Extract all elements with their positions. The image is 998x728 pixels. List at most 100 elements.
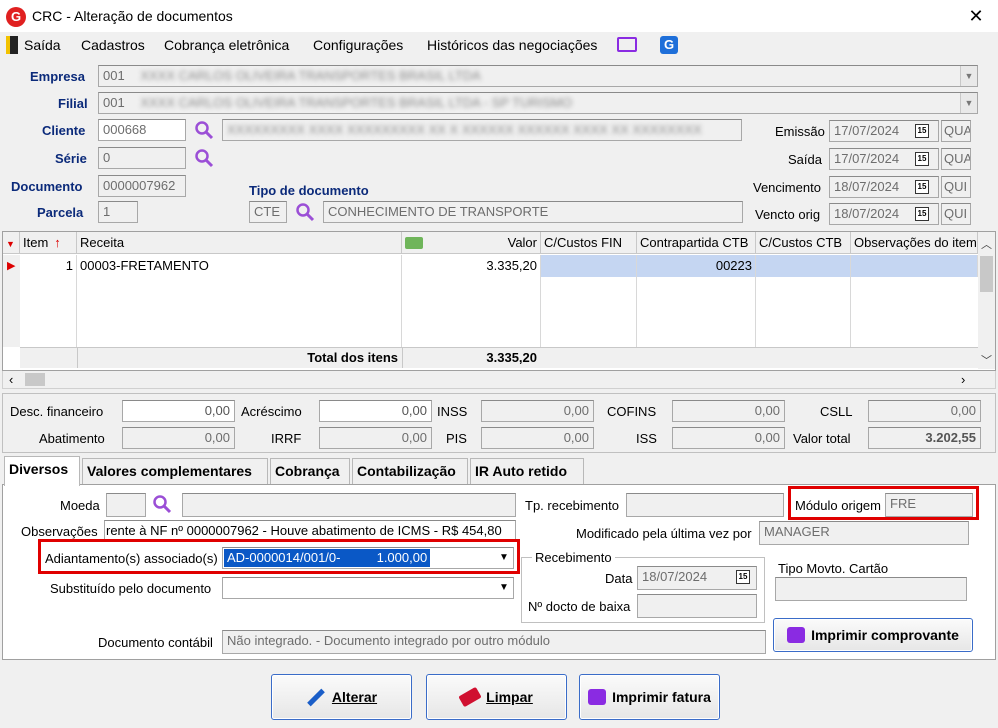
cell-observacoes[interactable]	[851, 255, 978, 277]
saida-label: Saída	[788, 152, 822, 167]
cell-valor[interactable]: 3.335,20	[402, 255, 541, 277]
modificado-field: MANAGER	[759, 521, 969, 545]
alterar-button[interactable]: Alterar	[271, 674, 412, 720]
scroll-thumb[interactable]	[980, 256, 993, 292]
imprimir-fatura-label: Imprimir fatura	[612, 689, 711, 705]
filial-code: 001	[103, 95, 125, 110]
row-pointer-icon: ▶	[3, 255, 20, 277]
row-header-column	[3, 277, 20, 347]
filial-field[interactable]: 001 XXXX CARLOS OLIVEIRA TRANSPORTES BRA…	[98, 92, 978, 114]
menu-cadastros[interactable]: Cadastros	[81, 37, 145, 53]
iss-field[interactable]: 0,00	[672, 427, 785, 449]
scroll-right-icon[interactable]: ›	[961, 372, 965, 387]
serie-search-icon[interactable]	[194, 148, 214, 168]
cell-ccustos-fin[interactable]	[541, 255, 637, 277]
cliente-search-icon[interactable]	[194, 120, 214, 140]
serie-field[interactable]: 0	[98, 147, 186, 169]
row-indicator-header: ▼	[3, 232, 20, 254]
cell-contrapartida[interactable]: 00223	[637, 255, 756, 277]
irrf-field[interactable]: 0,00	[319, 427, 432, 449]
col-ccustos-ctb-header[interactable]: C/Custos CTB	[756, 232, 851, 254]
col-contrapartida-header[interactable]: Contrapartida CTB	[637, 232, 756, 254]
substituido-label: Substituído pelo documento	[50, 581, 212, 596]
col-ccustos-fin-header[interactable]: C/Custos FIN	[541, 232, 637, 254]
menu-historicos[interactable]: Históricos das negociações	[427, 37, 597, 53]
abatimento-field[interactable]: 0,00	[122, 427, 235, 449]
substituido-select[interactable]	[222, 577, 514, 599]
tipo-documento-code[interactable]: CTE	[249, 201, 287, 223]
items-grid[interactable]: ▼ Item ↑ Receita Valor C/Custos FIN Contr…	[2, 231, 996, 371]
cliente-code-field[interactable]: 000668	[98, 119, 186, 141]
col-item-header[interactable]: Item ↑	[20, 232, 77, 254]
col-observacoes-header[interactable]: Observações do item	[851, 232, 978, 254]
vencto-orig-calendar-icon[interactable]: 15	[915, 207, 929, 221]
tipo-documento-search-icon[interactable]	[295, 202, 315, 222]
csll-field[interactable]: 0,00	[868, 400, 981, 422]
valor-total-label: Valor total	[793, 431, 851, 446]
vencto-orig-day: QUI	[941, 203, 971, 225]
abatimento-label: Abatimento	[39, 431, 105, 446]
filial-label: Filial	[58, 96, 88, 111]
close-icon[interactable]: ✕	[962, 4, 990, 28]
vencimento-day: QUI	[941, 176, 971, 198]
menu-configuracoes[interactable]: Configurações	[313, 37, 403, 53]
serie-label: Série	[55, 151, 87, 166]
saida-calendar-icon[interactable]: 15	[915, 152, 929, 166]
acrescimo-field[interactable]: 0,00	[319, 400, 432, 422]
h-scroll-thumb[interactable]	[25, 373, 45, 386]
scroll-up-icon[interactable]: ︿	[978, 236, 995, 252]
irrf-label: IRRF	[271, 431, 302, 446]
filial-dropdown-icon[interactable]: ▼	[960, 93, 977, 113]
filial-name: XXXX CARLOS OLIVEIRA TRANSPORTES BRASIL …	[140, 95, 573, 110]
imprimir-comprovante-button[interactable]: Imprimir comprovante	[773, 618, 973, 652]
limpar-button[interactable]: Limpar	[426, 674, 567, 720]
grid-horizontal-scrollbar[interactable]: ‹ ›	[2, 371, 996, 389]
cell-receita[interactable]: 00003-FRETAMENTO	[77, 255, 402, 277]
printer-icon	[787, 627, 806, 643]
inss-field[interactable]: 0,00	[481, 400, 594, 422]
tab-cobranca[interactable]: Cobrança	[270, 458, 350, 484]
moeda-search-icon[interactable]	[152, 494, 172, 514]
parcela-field[interactable]: 1	[98, 201, 138, 223]
g-logo-icon[interactable]: G	[660, 36, 678, 54]
menu-saida[interactable]: Saída	[24, 37, 61, 53]
pis-label: PIS	[446, 431, 467, 446]
col-item-label: Item	[23, 235, 49, 250]
data-label: Data	[605, 571, 633, 586]
iss-label: ISS	[636, 431, 657, 446]
empresa-field[interactable]: 001 XXXX CARLOS OLIVEIRA TRANSPORTES BRA…	[98, 65, 978, 87]
col-receita-header[interactable]: Receita	[77, 232, 402, 254]
cofins-field[interactable]: 0,00	[672, 400, 785, 422]
documento-field[interactable]: 0000007962	[98, 175, 186, 197]
docto-baixa-label: Nº docto de baixa	[528, 599, 631, 614]
substituido-chevron-down-icon[interactable]: ▼	[495, 578, 513, 598]
data-calendar-icon[interactable]: 15	[736, 570, 750, 584]
tp-recebimento-field[interactable]	[626, 493, 784, 517]
docto-baixa-field[interactable]	[637, 594, 757, 618]
empresa-dropdown-icon[interactable]: ▼	[960, 66, 977, 86]
vencimento-calendar-icon[interactable]: 15	[915, 180, 929, 194]
desc-fin-field[interactable]: 0,00	[122, 400, 235, 422]
emissao-calendar-icon[interactable]: 15	[915, 124, 929, 138]
monitor-icon[interactable]	[617, 37, 637, 52]
limpar-label: Limpar	[486, 689, 533, 705]
cell-ccustos-ctb[interactable]	[756, 255, 851, 277]
scroll-down-icon[interactable]: ﹀	[978, 352, 995, 368]
menu-cobranca-eletronica[interactable]: Cobrança eletrônica	[164, 37, 289, 53]
grid-vertical-scrollbar[interactable]: ︿ ﹀	[978, 232, 995, 369]
tab-valores-complementares[interactable]: Valores complementares	[82, 458, 268, 484]
vencimento-label: Vencimento	[753, 180, 821, 195]
tab-diversos[interactable]: Diversos	[4, 456, 80, 486]
moeda-code-field[interactable]	[106, 493, 146, 517]
inss-label: INSS	[437, 404, 468, 419]
imprimir-fatura-button[interactable]: Imprimir fatura	[579, 674, 720, 720]
scroll-left-icon[interactable]: ‹	[9, 372, 13, 387]
valor-total-field: 3.202,55	[868, 427, 981, 449]
exit-door-icon[interactable]	[6, 36, 18, 54]
cell-item[interactable]: 1	[20, 255, 77, 277]
tab-contabilizacao[interactable]: Contabilização	[352, 458, 468, 484]
tipo-movto-field[interactable]	[775, 577, 967, 601]
tab-ir-auto-retido[interactable]: IR Auto retido	[470, 458, 584, 484]
pis-field[interactable]: 0,00	[481, 427, 594, 449]
col-valor-header[interactable]: Valor	[402, 232, 541, 254]
